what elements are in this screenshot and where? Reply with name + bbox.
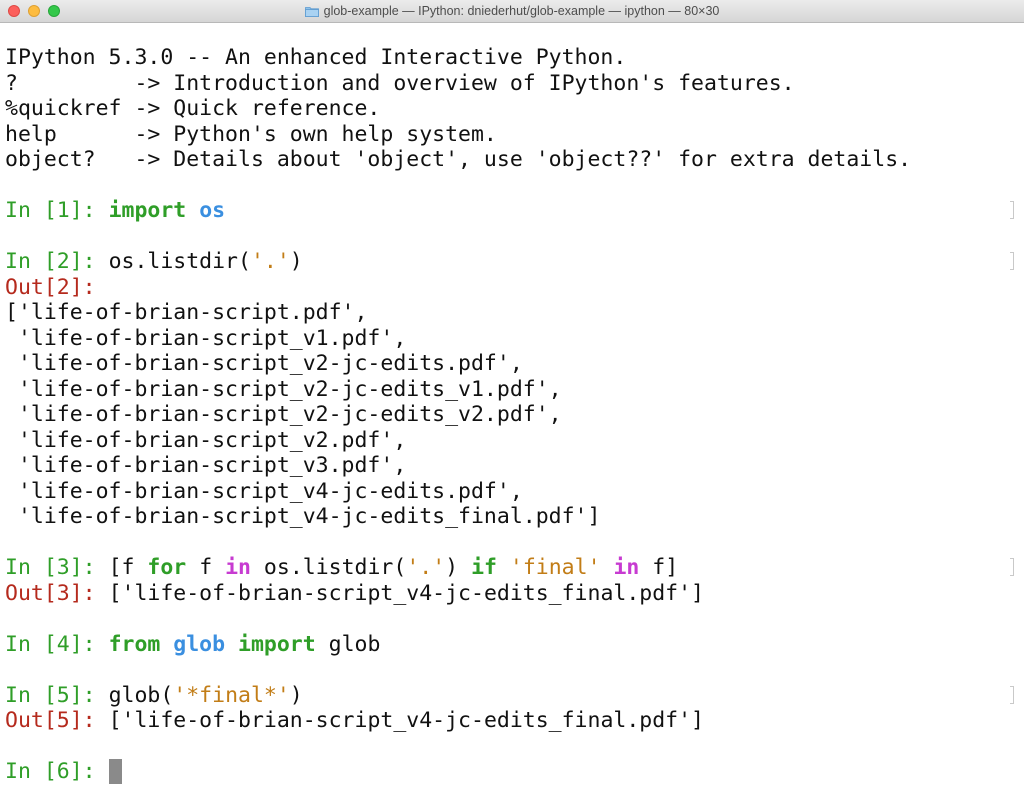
keyword-token: from — [108, 631, 161, 657]
banner-line: help -> Python's own help system. — [5, 121, 497, 147]
string-token: '.' — [406, 555, 446, 580]
output-value: ['life-of-brian-script_v4-jc-edits_final… — [108, 708, 704, 733]
output-line: 'life-of-brian-script_v2.pdf', — [5, 427, 407, 453]
code-token: ) — [289, 249, 303, 274]
in-prompt: In [1]: — [5, 198, 109, 223]
output-label-line: Out[2]: — [5, 275, 1015, 301]
input-line-1: In [1]: import os — [5, 198, 1015, 224]
keyword-token: import — [238, 631, 316, 657]
string-token: '*final*' — [173, 682, 290, 708]
string-token: 'final' — [509, 555, 601, 580]
title-group: glob-example — IPython: dniederhut/glob-… — [0, 0, 1024, 22]
module-token: glob — [173, 631, 226, 657]
output-line: 'life-of-brian-script_v2-jc-edits_v2.pdf… — [5, 402, 562, 427]
code-token: ) — [445, 555, 472, 580]
banner-line: IPython 5.3.0 -- An enhanced Interactive… — [5, 45, 627, 70]
string-token: '.' — [250, 249, 290, 274]
mark-bracket — [1010, 201, 1014, 219]
in-prompt: In [6]: — [5, 759, 109, 784]
output-line: 'life-of-brian-script_v1.pdf', — [5, 325, 407, 351]
text-cursor[interactable] — [108, 759, 122, 784]
code-token: ) — [289, 682, 303, 708]
keyword-token: if — [471, 555, 497, 580]
input-line-2: In [2]: os.listdir('.') — [5, 249, 1015, 275]
code-token: glob — [315, 631, 381, 657]
code-token: f] — [639, 555, 679, 580]
keyword-token: import — [108, 198, 187, 223]
terminal-content[interactable]: IPython 5.3.0 -- An enhanced Interactive… — [5, 45, 1015, 785]
out-prompt: Out[3]: — [5, 580, 109, 606]
output-line: 'life-of-brian-script_v3.pdf', — [5, 453, 407, 478]
code-token: os.listdir( — [108, 249, 251, 274]
keyword-token: for — [147, 555, 187, 580]
operator-token: in — [613, 555, 640, 580]
input-line-3: In [3]: [f for f in os.listdir('.') if '… — [5, 555, 1015, 581]
mark-bracket — [1010, 252, 1014, 270]
module-token: os — [199, 198, 226, 223]
output-line: 'life-of-brian-script_v2-jc-edits.pdf', — [5, 351, 523, 376]
folder-icon — [304, 6, 319, 17]
in-prompt: In [3]: — [5, 555, 109, 580]
input-line-6[interactable]: In [6]: — [5, 759, 1015, 785]
output-value: ['life-of-brian-script_v4-jc-edits_final… — [108, 580, 704, 606]
out-prompt: Out[2]: — [5, 274, 96, 300]
code-token: os.listdir( — [250, 555, 407, 580]
code-token: glob( — [108, 682, 174, 708]
output-line-5: Out[5]: ['life-of-brian-script_v4-jc-edi… — [5, 708, 1015, 734]
banner-line: object? -> Details about 'object', use '… — [5, 147, 912, 172]
window-title: glob-example — IPython: dniederhut/glob-… — [323, 4, 720, 18]
code-token: f — [186, 555, 226, 580]
output-line: ['life-of-brian-script.pdf', — [5, 300, 368, 325]
output-line: 'life-of-brian-script_v2-jc-edits_v1.pdf… — [5, 376, 562, 402]
operator-token: in — [225, 555, 251, 580]
input-line-5: In [5]: glob('*final*') — [5, 683, 1015, 709]
output-line: 'life-of-brian-script_v4-jc-edits.pdf', — [5, 478, 523, 504]
in-prompt: In [5]: — [5, 682, 109, 708]
output-line: 'life-of-brian-script_v4-jc-edits_final.… — [5, 504, 601, 529]
title-bar[interactable]: glob-example — IPython: dniederhut/glob-… — [0, 0, 1024, 23]
in-prompt: In [4]: — [5, 631, 109, 657]
terminal-window: glob-example — IPython: dniederhut/glob-… — [0, 0, 1024, 786]
input-line-4: In [4]: from glob import glob — [5, 632, 1015, 658]
banner-line: %quickref -> Quick reference. — [5, 96, 381, 121]
mark-bracket — [1010, 558, 1014, 576]
banner-line: ? -> Introduction and overview of IPytho… — [5, 70, 795, 96]
in-prompt: In [2]: — [5, 249, 109, 274]
code-token: [f — [108, 555, 148, 580]
mark-bracket — [1010, 685, 1014, 704]
out-prompt: Out[5]: — [5, 708, 109, 733]
output-line-3: Out[3]: ['life-of-brian-script_v4-jc-edi… — [5, 581, 1015, 607]
